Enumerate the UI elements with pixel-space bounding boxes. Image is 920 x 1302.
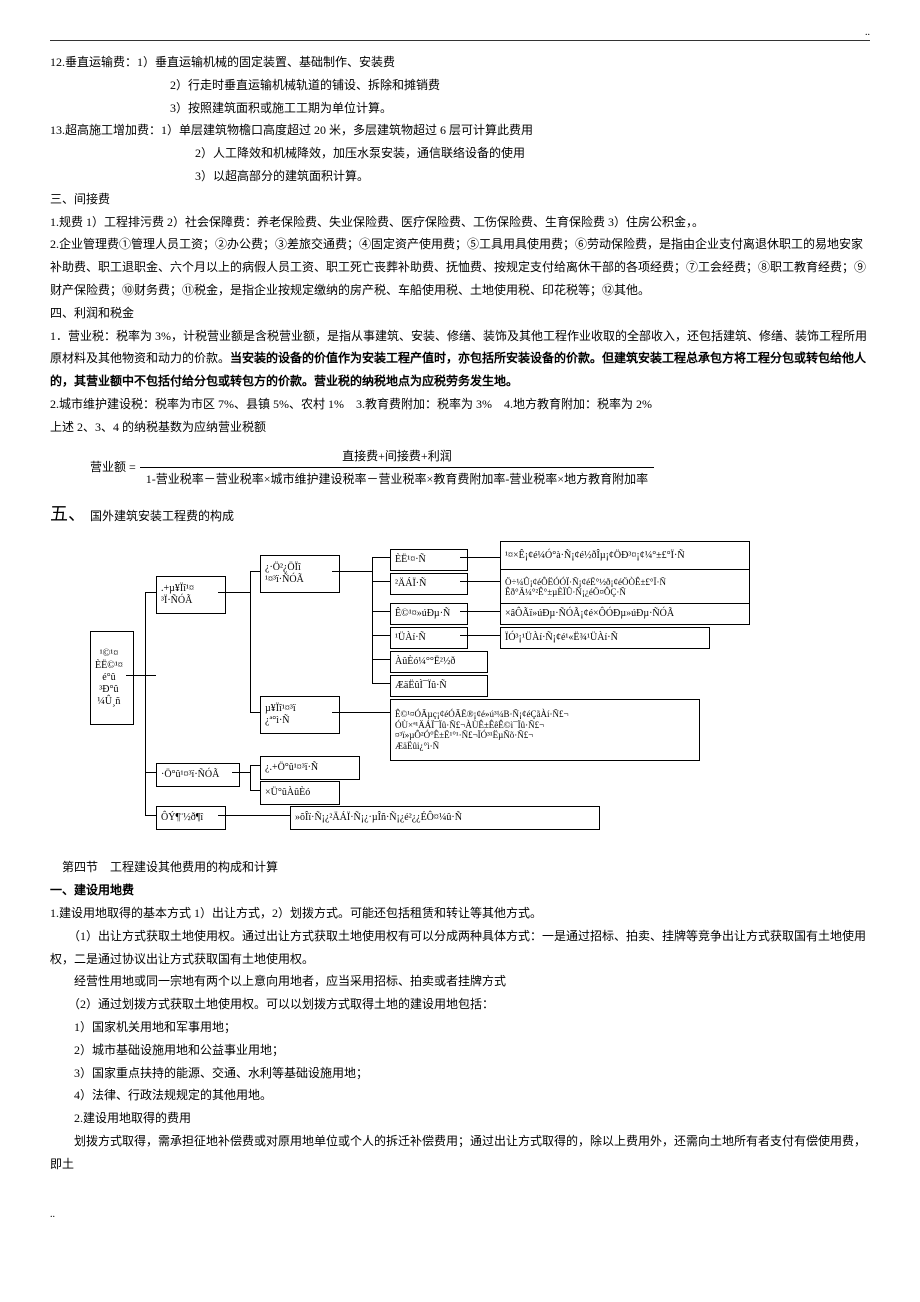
heading-4: 四、利润和税金 xyxy=(50,302,870,325)
dbox-rr1: ¹¤×Ê¡¢é¼Ó°à·Ñ¡¢é½ðÎµ¡¢ÖÐ³¤¡¢¼°±£°Ï·Ñ xyxy=(500,541,750,571)
dbox-r3: Ê©¹¤»úÐµ·Ñ xyxy=(390,603,468,625)
dbox-r2: ²ÄÁÏ·Ñ xyxy=(390,573,468,595)
top-rule: .. xyxy=(50,40,870,41)
line-12: 12.垂直运输费：1）垂直运输机械的固定装置、基础制作、安装费 xyxy=(50,51,870,74)
para-cheng-shi: 2.城市维护建设税：税率为市区 7%、县镇 5%、农村 1% 3.教育费附加：税… xyxy=(50,393,870,416)
header-dots: .. xyxy=(865,23,870,42)
dbox-r5: ÀûÈó¼°°Ë²½ð xyxy=(390,651,488,673)
para-shang-shu: 上述 2、3、4 的纳税基数为应纳营业税额 xyxy=(50,416,870,439)
formula-num: 直接费+间接费+利润 xyxy=(140,445,654,469)
dbox-b2: .+µ¥Ïî¹¤ ³Ï·ÑÓÃ xyxy=(156,576,226,614)
dbox-root: ¹©¹¤ ÈË©¹¤ é°û ³Ð°û ¼Û¸ñ xyxy=(90,631,134,725)
section4-title: 第四节 工程建设其他费用的构成和计算 xyxy=(50,856,870,879)
heading-5-num: 五、 xyxy=(50,497,86,531)
dbox-b4: ¿·Ö²¿ÖÏî ¹¤³ï·ÑÓÃ xyxy=(260,555,340,593)
s4-2: （1）出让方式获取土地使用权。通过出让方式获取土地使用权有可以分成两种具体方式：… xyxy=(50,925,870,971)
dbox-r4: ¹ÜÀí·Ñ xyxy=(390,627,468,649)
dbox-b7: ×Ü°ûÀûÈó xyxy=(260,781,340,805)
s4-9: 2.建设用地取得的费用 xyxy=(50,1107,870,1130)
dbox-rr6: »õÎï·Ñ¡¿²ÄÁÏ·Ñ¡¿·µÎñ·Ñ¡¿é²¿¿ÉÔ¤¼û·Ñ xyxy=(290,806,600,830)
para-yingye: 1．营业税：税率为 3%，计税营业额是含税营业额，是指从事建筑、安装、修缮、装饰… xyxy=(50,325,870,393)
line-12-2: 2）行走时垂直运输机械轨道的铺设、拆除和摊销费 xyxy=(50,74,870,97)
heading-5-row: 五、 国外建筑安装工程费的构成 xyxy=(50,497,870,531)
dbox-rr4: ÏÓ³¡¹ÜÀí·Ñ¡¢é¹«Ë¾¹ÜÀí·Ñ xyxy=(500,627,710,649)
s4-1: 1.建设用地取得的基本方式 1）出让方式，2）划拨方式。可能还包括租赁和转让等其… xyxy=(50,902,870,925)
dbox-rr2: Ö÷¼Û¡¢éÔËÓÓÏ·Ñ¡¢éË°½ð¡¢éÖÒÊ±£°Ï·Ñ Êð°Ä¼°… xyxy=(500,569,750,605)
dbox-rr3: ×âÔÃï»úÐµ·ÑÓÃ¡¢é×ÔÓÐµ»úÐµ·ÑÓÃ xyxy=(500,603,750,625)
para-gui-fei: 1.规费 1）工程排污费 2）社会保障费：养老保险费、失业保险费、医疗保险费、工… xyxy=(50,211,870,234)
s4-10: 划拨方式取得，需承担征地补偿费或对原用地单位或个人的拆迁补偿费用；通过出让方式取… xyxy=(50,1130,870,1176)
formula-left: 营业额 = xyxy=(90,456,136,479)
heading-3: 三、间接费 xyxy=(50,188,870,211)
s4-4: （2）通过划拨方式获取土地使用权。可以以划拨方式取得土地的建设用地包括： xyxy=(50,993,870,1016)
dbox-r1: ÈË¹¤·Ñ xyxy=(390,549,468,571)
diagram: ¹©¹¤ ÈË©¹¤ é°û ³Ð°û ¼Û¸ñ .+µ¥Ïî¹¤ ³Ï·ÑÓÃ… xyxy=(90,541,830,846)
heading-5-text: 国外建筑安装工程费的构成 xyxy=(90,505,234,528)
footer-dots: .. xyxy=(50,1205,870,1224)
line-13-3: 3）以超高部分的建筑面积计算。 xyxy=(50,165,870,188)
dbox-rr5: Ê©¹¤ÓÃµç¡¢éÓÃË®¡¢é»ú³¼В·Ñ¡¢éÇãÀí·Ñ£¬ ÓÙ×… xyxy=(390,699,700,761)
formula-fraction: 直接费+间接费+利润 1-营业税率－营业税率×城市维护建设税率－营业税率×教育费… xyxy=(140,445,654,492)
s4-6: 2）城市基础设施用地和公益事业用地； xyxy=(50,1039,870,1062)
s4-8: 4）法律、行政法规规定的其他用地。 xyxy=(50,1084,870,1107)
dbox-b3: ·Ö°û¹¤³ï·ÑÓÃ xyxy=(156,763,240,787)
formula-den: 1-营业税率－营业税率×城市维护建设税率－营业税率×教育费附加率-营业税率×地方… xyxy=(140,468,654,491)
formula: 营业额 = 直接费+间接费+利润 1-营业税率－营业税率×城市维护建设税率－营业… xyxy=(90,445,870,492)
line-12-3: 3）按照建筑面积或施工工期为单位计算。 xyxy=(50,97,870,120)
section4-h1: 一、建设用地费 xyxy=(50,879,870,902)
dbox-b5: µ¥Ïî¹¤³ï ¿ª°ì·Ñ xyxy=(260,696,340,734)
dbox-b8: ÔÝ¶¨½ð¶î xyxy=(156,806,226,830)
dbox-r6: ÆäËûÌ¯Ïû·Ñ xyxy=(390,675,488,697)
line-13: 13.超高施工增加费：1）单层建筑物檐口高度超过 20 米，多层建筑物超过 6 … xyxy=(50,119,870,142)
line-13-2: 2）人工降效和机械降效，加压水泵安装，通信联络设备的使用 xyxy=(50,142,870,165)
para-qiye: 2.企业管理费①管理人员工资；②办公费；③差旅交通费；④固定资产使用费；⑤工具用… xyxy=(50,233,870,301)
dbox-b6: ¿.+Ö°û¹¤³ï·Ñ xyxy=(260,756,360,780)
s4-3: 经营性用地或同一宗地有两个以上意向用地者，应当采用招标、拍卖或者挂牌方式 xyxy=(50,970,870,993)
s4-5: 1）国家机关用地和军事用地； xyxy=(50,1016,870,1039)
s4-7: 3）国家重点扶持的能源、交通、水利等基础设施用地； xyxy=(50,1062,870,1085)
